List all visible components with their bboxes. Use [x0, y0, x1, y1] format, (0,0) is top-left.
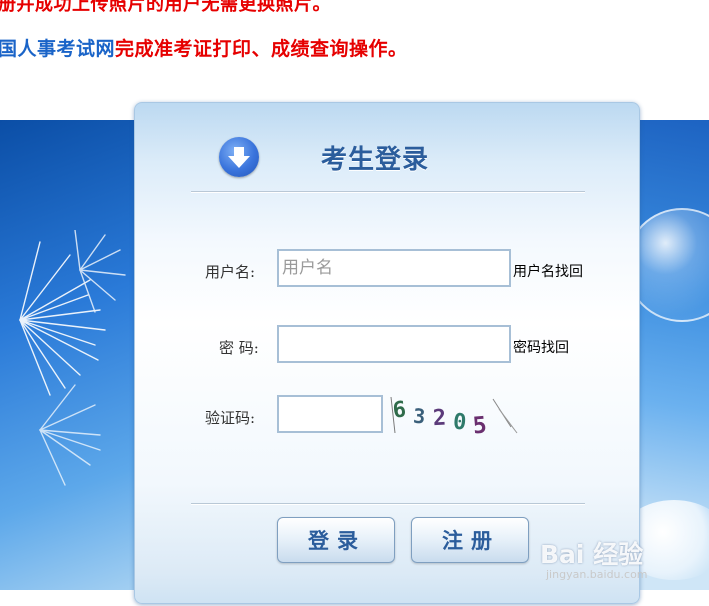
svg-text:6: 6 [391, 397, 407, 423]
password-label: 密 码: [219, 339, 259, 357]
password-input[interactable] [277, 325, 511, 363]
register-button[interactable]: 注册 [411, 517, 529, 563]
svg-text:3: 3 [412, 404, 426, 429]
captcha-label: 验证码: [205, 409, 256, 427]
username-label: 用户名: [205, 263, 256, 281]
notice-line-2-text: 完成准考证打印、成绩查询操作。 [115, 38, 408, 60]
baidu-jingyan-watermark: Bai 经验 jingyan.baidu.com [540, 535, 709, 585]
recover-password-link[interactable]: 密码找回 [513, 337, 569, 357]
notice-line-1: 册并成功上传照片的用户无需更换照片。 [0, 0, 331, 15]
username-input[interactable] [277, 249, 511, 287]
captcha-input[interactable] [277, 395, 383, 433]
svg-text:0: 0 [452, 410, 467, 436]
svg-text:2: 2 [432, 406, 447, 432]
svg-text:5: 5 [472, 412, 488, 437]
divider-top [191, 191, 585, 193]
dandelion-image [19, 230, 126, 486]
notice-line-2: 国人事考试网完成准考证打印、成绩查询操作。 [0, 34, 408, 61]
notice-site-link[interactable]: 国人事考试网 [0, 38, 115, 60]
login-panel: 考生登录 用户名: 用户名找回 密 码: 密码找回 验证码: 6 3 2 0 5… [134, 102, 640, 604]
divider-bottom [191, 503, 585, 505]
arrow-down-circle-icon [219, 137, 259, 177]
captcha-image[interactable]: 6 3 2 0 5 [389, 393, 519, 437]
login-title: 考生登录 [321, 145, 430, 175]
watermark-url: jingyan.baidu.com [546, 568, 648, 581]
recover-username-link[interactable]: 用户名找回 [513, 261, 583, 281]
login-button[interactable]: 登录 [277, 517, 395, 563]
watermark-logo-text: Bai 经验 [540, 540, 644, 569]
